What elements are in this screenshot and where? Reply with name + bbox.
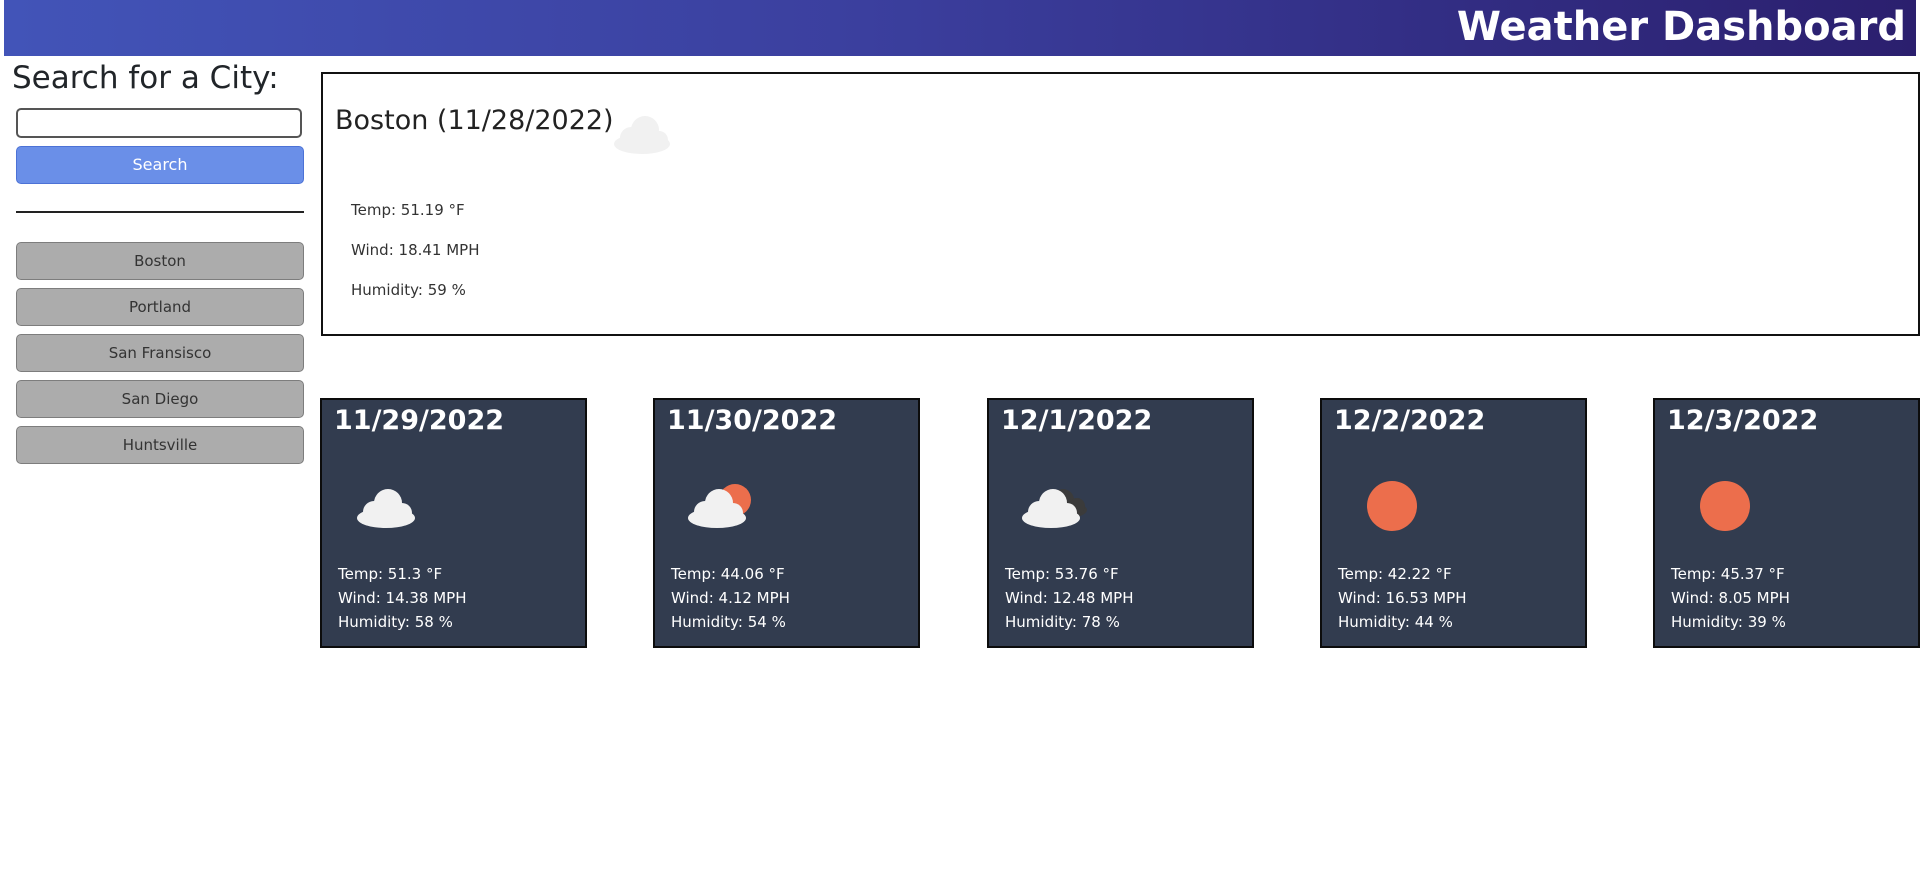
- history-button-boston[interactable]: Boston: [16, 242, 304, 280]
- forecast-wind: Wind: 14.38 MPH: [338, 589, 467, 607]
- history-button-san-fransisco[interactable]: San Fransisco: [16, 334, 304, 372]
- forecast-date: 12/2/2022: [1334, 405, 1486, 436]
- forecast-stats: Temp: 53.76 °F Wind: 12.48 MPH Humidity:…: [1005, 562, 1134, 634]
- current-humidity: Humidity: 59 %: [351, 281, 466, 299]
- forecast-stats: Temp: 51.3 °F Wind: 14.38 MPH Humidity: …: [338, 562, 467, 634]
- current-weather-panel: Boston (11/28/2022) Temp: 51.19 °F Wind:…: [321, 72, 1920, 336]
- page-header: Weather Dashboard: [4, 0, 1916, 56]
- sidebar: Search for a City: Search Boston Portlan…: [12, 60, 308, 464]
- search-button[interactable]: Search: [16, 146, 304, 184]
- forecast-wind: Wind: 4.12 MPH: [671, 589, 790, 607]
- forecast-date: 11/30/2022: [667, 405, 838, 436]
- sun-icon: [1700, 481, 1750, 531]
- forecast-temp: Temp: 45.37 °F: [1671, 565, 1785, 583]
- sun-icon: [1367, 481, 1417, 531]
- forecast-temp: Temp: 42.22 °F: [1338, 565, 1452, 583]
- current-temp: Temp: 51.19 °F: [351, 201, 465, 219]
- forecast-temp: Temp: 53.76 °F: [1005, 565, 1119, 583]
- forecast-stats: Temp: 44.06 °F Wind: 4.12 MPH Humidity: …: [671, 562, 790, 634]
- broken-clouds-icon: [1022, 489, 1087, 528]
- current-wind: Wind: 18.41 MPH: [351, 241, 480, 259]
- forecast-card: 12/2/2022 Temp: 42.22 °F Wind: 16.53 MPH…: [1320, 398, 1587, 648]
- forecast-stats: Temp: 42.22 °F Wind: 16.53 MPH Humidity:…: [1338, 562, 1467, 634]
- forecast-card: 11/29/2022 Temp: 51.3 °F Wind: 14.38 MPH…: [320, 398, 587, 648]
- forecast-humidity: Humidity: 54 %: [671, 613, 786, 631]
- forecast-temp: Temp: 51.3 °F: [338, 565, 443, 583]
- partly-cloudy-sun-icon: [688, 484, 751, 528]
- history-button-portland[interactable]: Portland: [16, 288, 304, 326]
- forecast-wind: Wind: 8.05 MPH: [1671, 589, 1790, 607]
- search-heading: Search for a City:: [12, 60, 279, 96]
- history-button-san-diego[interactable]: San Diego: [16, 380, 304, 418]
- cloud-icon: [614, 116, 670, 154]
- forecast-temp: Temp: 44.06 °F: [671, 565, 785, 583]
- page-title: Weather Dashboard: [1456, 4, 1906, 50]
- forecast-humidity: Humidity: 44 %: [1338, 613, 1453, 631]
- cloud-icon: [357, 489, 415, 528]
- forecast-wind: Wind: 16.53 MPH: [1338, 589, 1467, 607]
- history-button-huntsville[interactable]: Huntsville: [16, 426, 304, 464]
- forecast-card: 11/30/2022 Temp: 44.06 °F Wind: 4.12 MPH…: [653, 398, 920, 648]
- forecast-wind: Wind: 12.48 MPH: [1005, 589, 1134, 607]
- search-input[interactable]: [16, 108, 302, 138]
- current-stats: Temp: 51.19 °F Wind: 18.41 MPH Humidity:…: [351, 200, 480, 320]
- forecast-date: 12/3/2022: [1667, 405, 1819, 436]
- forecast-humidity: Humidity: 78 %: [1005, 613, 1120, 631]
- sidebar-divider: [16, 211, 304, 213]
- forecast-stats: Temp: 45.37 °F Wind: 8.05 MPH Humidity: …: [1671, 562, 1790, 634]
- forecast-date: 12/1/2022: [1001, 405, 1153, 436]
- current-city-title: Boston (11/28/2022): [335, 105, 614, 136]
- forecast-humidity: Humidity: 58 %: [338, 613, 453, 631]
- search-history-list: Boston Portland San Fransisco San Diego …: [16, 242, 304, 472]
- forecast-date: 11/29/2022: [334, 405, 505, 436]
- forecast-card: 12/1/2022 Temp: 53.76 °F Wind: 12.48 MPH…: [987, 398, 1254, 648]
- forecast-card: 12/3/2022 Temp: 45.37 °F Wind: 8.05 MPH …: [1653, 398, 1920, 648]
- forecast-humidity: Humidity: 39 %: [1671, 613, 1786, 631]
